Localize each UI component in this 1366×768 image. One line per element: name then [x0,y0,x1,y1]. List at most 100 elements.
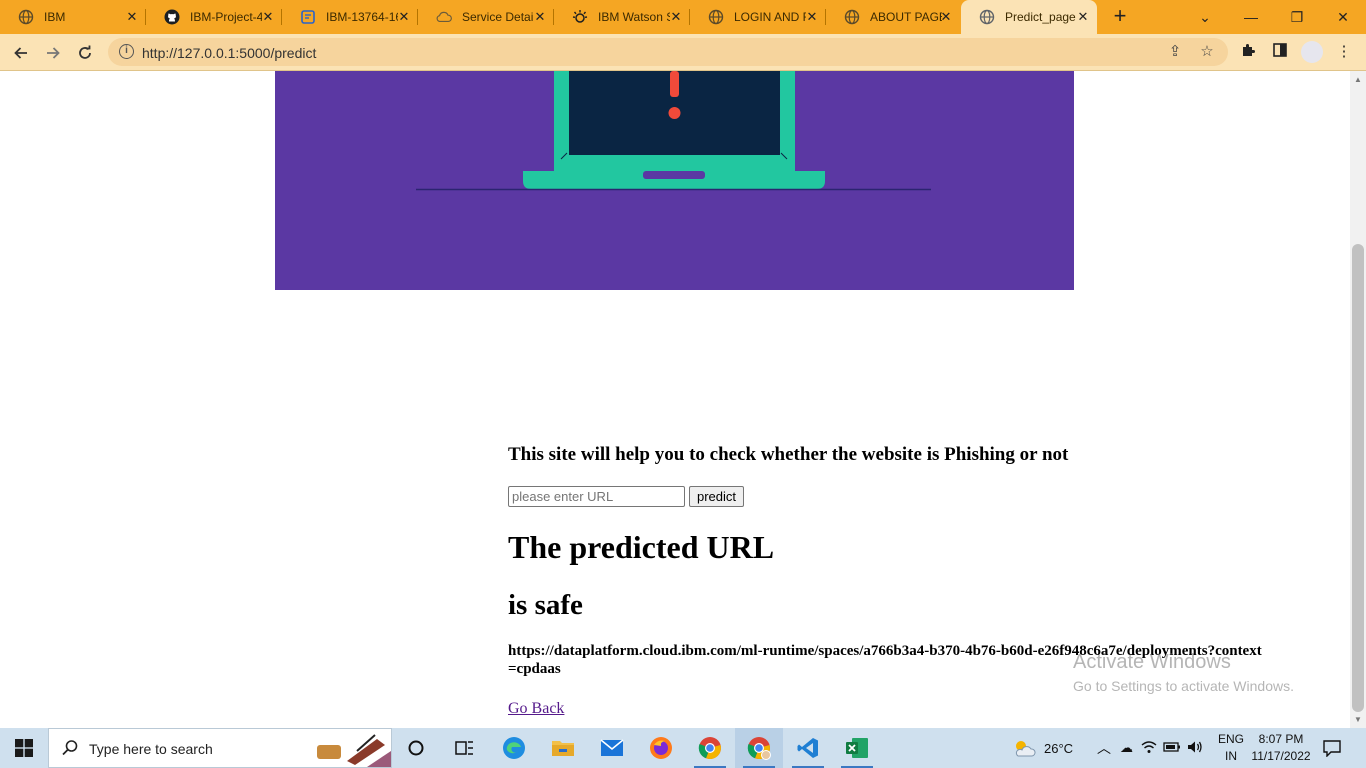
browser-toolbar: i http://127.0.0.1:5000/predict ⇪ ☆ ⋮ [0,34,1366,71]
close-icon[interactable]: ✕ [938,9,954,25]
file-explorer-icon[interactable] [539,728,587,768]
laptop-alert-illustration [275,71,1074,290]
chevron-up-icon[interactable]: ︿ [1097,738,1111,758]
reload-button[interactable] [72,40,98,66]
minimize-button[interactable]: — [1228,0,1274,34]
task-view-icon[interactable] [440,728,488,768]
search-icon [61,739,79,762]
close-icon[interactable]: ✕ [396,9,412,25]
cortana-icon[interactable] [392,728,440,768]
system-tray-icons: ☁ [1120,728,1203,768]
tab-title: IBM Watson S [598,10,670,24]
tab-about-page[interactable]: ABOUT PAGE ✕ [826,0,960,34]
forward-arrow-icon [47,47,60,59]
clock-time: 8:07 PM [1258,732,1304,746]
address-url[interactable]: http://127.0.0.1:5000/predict [142,45,316,61]
address-bar[interactable]: i http://127.0.0.1:5000/predict ⇪ ☆ [108,38,1228,66]
tab-ibm-watson[interactable]: IBM Watson S ✕ [554,0,690,34]
watermark-subtitle: Go to Settings to activate Windows. [1073,678,1294,694]
mail-icon[interactable] [588,728,636,768]
language-code: ENG [1217,732,1244,746]
clock-date: 11/17/2022 [1251,749,1311,763]
tab-title: ABOUT PAGE [870,10,942,24]
watson-icon [572,9,588,25]
battery-icon[interactable] [1163,741,1181,756]
close-icon[interactable]: ✕ [260,9,276,25]
globe-icon [844,9,860,25]
search-highlight-image [317,734,391,767]
tab-title: IBM-Project-4 [190,10,262,24]
onedrive-sync-icon[interactable]: ☁ [1120,740,1133,756]
browser-tab-strip: IBM ✕ IBM-Project-4 ✕ IBM-13764-16 ✕ Ser… [0,0,1366,34]
weather-widget[interactable]: 26°C [1012,728,1073,768]
page-scrollbar[interactable]: ▲ ▼ [1350,71,1366,728]
predict-button[interactable]: predict [689,486,745,507]
back-arrow-icon [14,47,27,59]
tab-github[interactable]: IBM-Project-4 ✕ [146,0,282,34]
input-language[interactable]: ENG IN [1216,731,1246,765]
tab-service-details[interactable]: Service Details ✕ [418,0,554,34]
side-panel-icon[interactable] [1270,42,1290,62]
notification-center[interactable] [1322,728,1342,768]
site-info-icon[interactable]: i [119,44,134,59]
edge-icon[interactable] [490,728,538,768]
close-window-button[interactable]: ✕ [1320,0,1366,34]
page-viewport: This site will help you to check whether… [0,71,1350,728]
tab-predict-page[interactable]: Predict_page ✕ [961,0,1097,34]
restore-button[interactable]: ❐ [1274,0,1320,34]
result-verdict: is safe [508,589,583,621]
forward-button[interactable] [40,40,66,66]
taskbar-search-box[interactable]: Type here to search [48,728,392,768]
close-icon[interactable]: ✕ [532,9,548,25]
scroll-down-arrow-icon[interactable]: ▼ [1354,715,1362,724]
close-icon[interactable]: ✕ [668,9,684,25]
bookmark-star-icon[interactable]: ☆ [1198,43,1216,61]
system-clock[interactable]: 8:07 PM 11/17/2022 [1250,731,1312,765]
tab-login[interactable]: LOGIN AND R ✕ [690,0,826,34]
volume-icon[interactable] [1187,740,1203,757]
menu-icon[interactable]: ⋮ [1334,42,1354,62]
wifi-icon[interactable] [1141,740,1157,757]
show-hidden-icons[interactable]: ︿ [1097,728,1111,768]
globe-icon [708,9,724,25]
chrome-profile-icon[interactable] [735,728,783,768]
predict-form: predict [508,486,1268,507]
activate-windows-watermark: Activate Windows Go to Settings to activ… [1073,651,1294,694]
tab-search-icon[interactable]: ⌄ [1182,0,1228,34]
windows-taskbar: Type here to search 26°C ︿ ☁ ENG IN 8:07… [0,728,1366,768]
scroll-up-arrow-icon[interactable]: ▲ [1354,75,1362,84]
temperature-text: 26°C [1044,740,1074,756]
share-icon[interactable]: ⇪ [1166,43,1184,61]
profile-avatar[interactable] [1301,41,1323,63]
tab-ibm-13764[interactable]: IBM-13764-16 ✕ [282,0,418,34]
github-icon [164,9,180,25]
globe-icon [979,9,995,25]
start-button[interactable] [0,728,48,768]
close-icon[interactable]: ✕ [1075,9,1091,25]
tab-title: LOGIN AND R [734,10,806,24]
close-icon[interactable]: ✕ [124,9,140,25]
new-tab-button[interactable]: + [1108,5,1132,29]
hero-banner [275,71,1074,290]
page-headline: This site will help you to check whether… [508,444,1069,465]
notification-icon [1323,740,1341,757]
result-title: The predicted URL [508,529,775,565]
region-code: IN [1225,749,1237,763]
tab-title: Predict_page [1005,10,1076,24]
url-input[interactable] [508,486,685,507]
excel-icon[interactable] [833,728,881,768]
go-back-link[interactable]: Go Back [508,700,564,718]
vscode-icon[interactable] [784,728,832,768]
tab-ibm[interactable]: IBM ✕ [0,0,146,34]
scroll-thumb[interactable] [1352,244,1364,712]
back-button[interactable] [8,40,34,66]
extensions-icon[interactable] [1238,42,1258,62]
reload-icon [79,45,91,59]
watermark-title: Activate Windows [1073,651,1231,673]
close-icon[interactable]: ✕ [804,9,820,25]
tab-title: Service Details [462,10,534,24]
partly-cloudy-icon [1015,741,1036,757]
cloud-icon [436,9,452,25]
firefox-icon[interactable] [637,728,685,768]
chrome-icon[interactable] [686,728,734,768]
